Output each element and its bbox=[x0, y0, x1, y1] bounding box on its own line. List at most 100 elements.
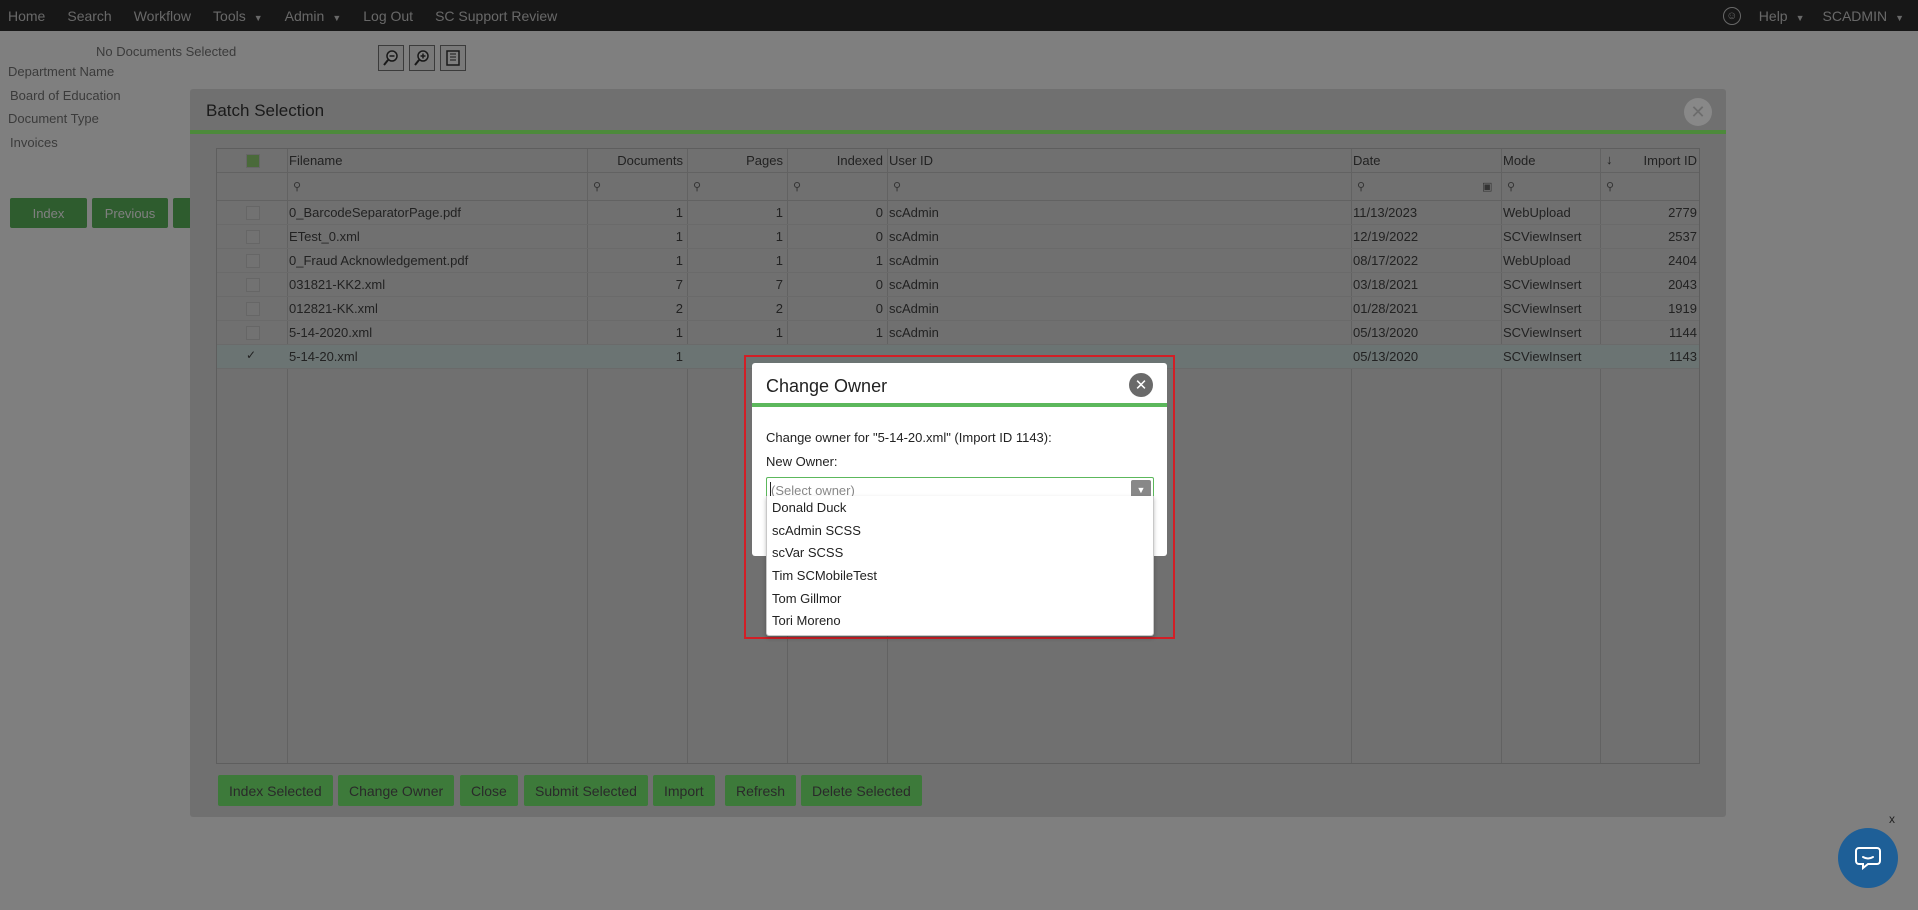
index-selected-button[interactable]: Index Selected bbox=[218, 775, 333, 806]
cell-pages: 1 bbox=[775, 253, 783, 268]
cell-filename: 5-14-20.xml bbox=[289, 349, 358, 364]
owner-option[interactable]: scVar SCSS bbox=[767, 543, 1153, 566]
search-icon[interactable]: ⚲ bbox=[1357, 180, 1365, 193]
cell-pages: 2 bbox=[775, 301, 783, 316]
cell-date: 05/13/2020 bbox=[1353, 325, 1419, 340]
cell-user-id: scAdmin bbox=[889, 229, 939, 244]
close-icon[interactable]: ✕ bbox=[1129, 373, 1153, 397]
close-button[interactable]: Close bbox=[460, 775, 518, 806]
owner-dropdown-list: Donald Duck scAdmin SCSS scVar SCSS Tim … bbox=[766, 496, 1154, 636]
row-checkbox[interactable] bbox=[246, 254, 260, 268]
owner-option[interactable]: scAdmin SCSS bbox=[767, 521, 1153, 544]
cell-import-id: 2779 bbox=[1668, 205, 1697, 220]
cell-import-id: 1143 bbox=[1669, 349, 1697, 364]
cell-mode: SCViewInsert bbox=[1503, 325, 1582, 340]
search-icon[interactable]: ⚲ bbox=[1606, 180, 1614, 193]
cell-filename: 0_BarcodeSeparatorPage.pdf bbox=[289, 205, 462, 220]
cell-documents: 2 bbox=[675, 301, 683, 316]
cell-pages: 1 bbox=[775, 325, 783, 340]
cell-date: 05/13/2020 bbox=[1353, 349, 1419, 364]
cell-indexed: 0 bbox=[875, 301, 883, 316]
column-header-pages[interactable]: Pages bbox=[689, 153, 783, 168]
owner-option[interactable]: Tim SCMobileTest bbox=[767, 566, 1153, 589]
row-checkbox[interactable] bbox=[246, 230, 260, 244]
table-row[interactable]: 0_Fraud Acknowledgement.pdf 1 1 1 scAdmi… bbox=[217, 249, 1699, 273]
column-header-filename[interactable]: Filename bbox=[289, 153, 342, 168]
cell-date: 08/17/2022 bbox=[1353, 253, 1419, 268]
change-owner-header: Change Owner ✕ bbox=[752, 363, 1167, 407]
import-button[interactable]: Import bbox=[653, 775, 715, 806]
search-icon[interactable]: ⚲ bbox=[293, 180, 301, 193]
refresh-button[interactable]: Refresh bbox=[725, 775, 797, 806]
cell-indexed: 1 bbox=[875, 325, 883, 340]
owner-option[interactable]: Donald Duck bbox=[767, 498, 1153, 521]
cell-import-id: 2043 bbox=[1668, 277, 1697, 292]
cell-import-id: 1919 bbox=[1668, 301, 1697, 316]
owner-option[interactable]: Tori Moreno bbox=[767, 611, 1153, 634]
table-row[interactable]: 5-14-2020.xml 1 1 1 scAdmin 05/13/2020 S… bbox=[217, 321, 1699, 345]
column-header-documents[interactable]: Documents bbox=[589, 153, 683, 168]
row-checkbox[interactable] bbox=[246, 326, 260, 340]
cell-pages: 1 bbox=[775, 229, 783, 244]
cell-date: 11/13/2023 bbox=[1353, 205, 1418, 220]
search-icon[interactable]: ⚲ bbox=[893, 180, 901, 193]
cell-mode: SCViewInsert bbox=[1503, 229, 1582, 244]
change-owner-button[interactable]: Change Owner bbox=[338, 775, 455, 806]
column-header-import-id[interactable]: Import ID bbox=[1607, 153, 1697, 168]
table-row[interactable]: ETest_0.xml 1 1 0 scAdmin 12/19/2022 SCV… bbox=[217, 225, 1699, 249]
cell-indexed: 1 bbox=[875, 253, 883, 268]
chat-bubble-icon bbox=[1855, 847, 1881, 870]
cell-user-id: scAdmin bbox=[889, 301, 939, 316]
cell-filename: 012821-KK.xml bbox=[289, 301, 378, 316]
cell-filename: 0_Fraud Acknowledgement.pdf bbox=[289, 253, 469, 268]
cell-mode: SCViewInsert bbox=[1503, 301, 1582, 316]
cell-date: 12/19/2022 bbox=[1353, 229, 1419, 244]
cell-mode: SCViewInsert bbox=[1503, 277, 1582, 292]
calendar-icon[interactable]: ▣ bbox=[1482, 180, 1492, 193]
search-icon[interactable]: ⚲ bbox=[693, 180, 701, 193]
row-checkbox[interactable] bbox=[246, 302, 260, 316]
row-checkbox[interactable] bbox=[246, 278, 260, 292]
grid-filter-row: ⚲ ⚲ ⚲ ⚲ ⚲ ⚲ ▣ ⚲ ⚲ bbox=[217, 173, 1699, 201]
cell-date: 03/18/2021 bbox=[1353, 277, 1419, 292]
cell-import-id: 1144 bbox=[1669, 325, 1697, 340]
cell-mode: WebUpload bbox=[1503, 205, 1571, 220]
batch-selection-header: Batch Selection ✕ bbox=[190, 89, 1726, 134]
table-row[interactable]: 031821-KK2.xml 7 7 0 scAdmin 03/18/2021 … bbox=[217, 273, 1699, 297]
grid-header-row: Filename Documents Pages Indexed User ID… bbox=[217, 149, 1699, 173]
cell-mode: SCViewInsert bbox=[1503, 349, 1582, 364]
change-owner-title: Change Owner bbox=[766, 376, 888, 396]
table-row[interactable]: 0_BarcodeSeparatorPage.pdf 1 1 0 scAdmin… bbox=[217, 201, 1699, 225]
chat-launcher-button[interactable] bbox=[1838, 828, 1898, 888]
row-checkmark-icon[interactable]: ✓ bbox=[246, 348, 256, 362]
cell-pages: 1 bbox=[775, 205, 783, 220]
column-header-user-id[interactable]: User ID bbox=[889, 153, 933, 168]
cell-documents: 7 bbox=[675, 277, 683, 292]
submit-selected-button[interactable]: Submit Selected bbox=[524, 775, 648, 806]
cell-filename: 5-14-2020.xml bbox=[289, 325, 373, 340]
change-owner-prompt: Change owner for "5-14-20.xml" (Import I… bbox=[766, 430, 1052, 445]
cell-documents: 1 bbox=[675, 229, 683, 244]
cell-filename: ETest_0.xml bbox=[289, 229, 360, 244]
column-header-indexed[interactable]: Indexed bbox=[789, 153, 883, 168]
cell-user-id: scAdmin bbox=[889, 325, 939, 340]
search-icon[interactable]: ⚲ bbox=[793, 180, 801, 193]
delete-selected-button[interactable]: Delete Selected bbox=[801, 775, 922, 806]
close-icon[interactable]: ✕ bbox=[1684, 98, 1712, 126]
select-all-checkbox[interactable] bbox=[246, 154, 260, 168]
chat-close-button[interactable]: x bbox=[1889, 812, 1895, 826]
search-icon[interactable]: ⚲ bbox=[593, 180, 601, 193]
column-header-mode[interactable]: Mode bbox=[1503, 153, 1536, 168]
cell-import-id: 2537 bbox=[1668, 229, 1697, 244]
row-checkbox[interactable] bbox=[246, 206, 260, 220]
cell-import-id: 2404 bbox=[1668, 253, 1697, 268]
cell-indexed: 0 bbox=[875, 229, 883, 244]
cell-date: 01/28/2021 bbox=[1353, 301, 1419, 316]
cell-documents: 1 bbox=[675, 349, 683, 364]
search-icon[interactable]: ⚲ bbox=[1507, 180, 1515, 193]
cell-indexed: 0 bbox=[875, 205, 883, 220]
table-row[interactable]: 012821-KK.xml 2 2 0 scAdmin 01/28/2021 S… bbox=[217, 297, 1699, 321]
new-owner-label: New Owner: bbox=[766, 454, 838, 469]
column-header-date[interactable]: Date bbox=[1353, 153, 1380, 168]
owner-option[interactable]: Tom Gillmor bbox=[767, 589, 1153, 612]
